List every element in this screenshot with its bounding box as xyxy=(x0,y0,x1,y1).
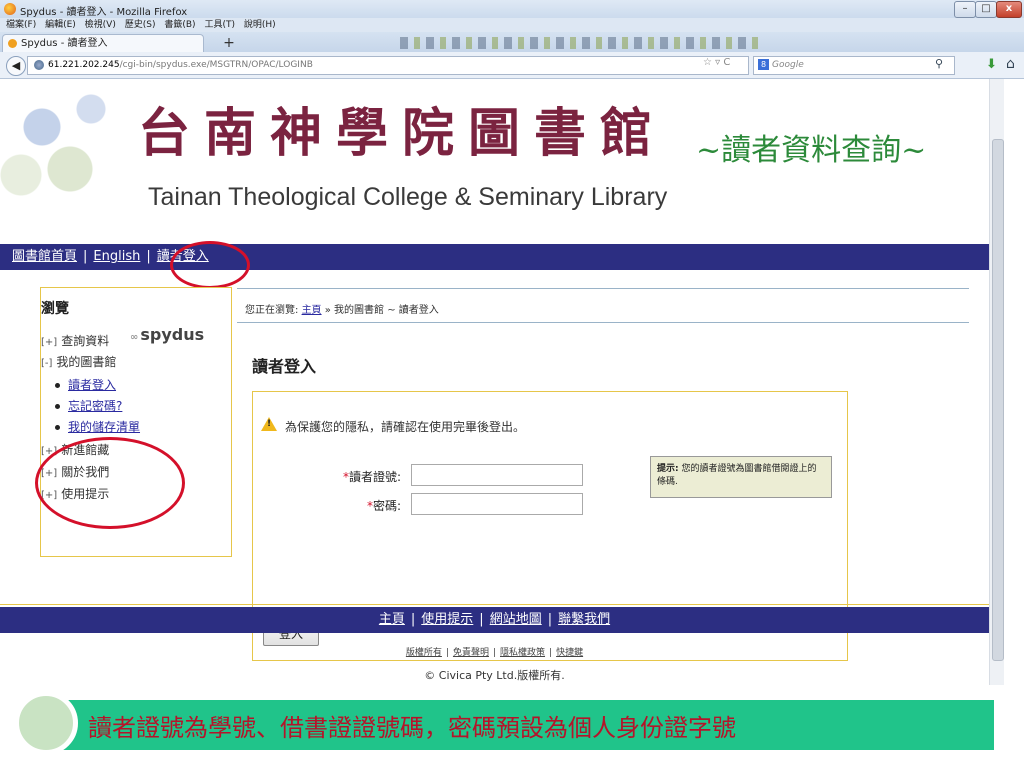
maximize-button[interactable]: □ xyxy=(975,1,997,18)
footer-contact-link[interactable]: 聯繫我們 xyxy=(558,612,610,627)
nav-english[interactable]: English xyxy=(93,249,140,264)
breadcrumb-rule-bottom xyxy=(237,322,969,323)
navigation-toolbar: ◀ 61.221.202.245/cgi-bin/spydus.exe/MSGT… xyxy=(0,52,1024,79)
footer-home-link[interactable]: 主頁 xyxy=(379,612,405,627)
window-titlebar: Spydus - 讀者登入 - Mozilla Firefox – □ x xyxy=(0,0,1024,20)
sidebar-heading: 瀏覽 xyxy=(41,301,69,317)
copyright-text: © Civica Pty Ltd.版權所有. xyxy=(424,669,565,682)
tabbar-decoration xyxy=(400,37,760,49)
sidebar-sub-login: 讀者登入 xyxy=(55,376,116,393)
page-viewport: 台南神學院圖書館 Tainan Theological College & Se… xyxy=(0,79,989,685)
firefox-icon xyxy=(4,3,16,15)
sidebar-item-search[interactable]: [+] 查詢資料 xyxy=(41,332,109,349)
flower-decoration xyxy=(0,79,140,199)
password-label: *密碼: xyxy=(367,499,402,513)
globe-icon xyxy=(34,60,44,70)
footer-tips-link[interactable]: 使用提示 xyxy=(421,612,473,627)
back-arrow-icon[interactable]: ◀ xyxy=(6,56,26,76)
menu-file[interactable]: 檔案(F) xyxy=(6,18,36,32)
tab-title: Spydus - 讀者登入 xyxy=(21,38,108,49)
url-path: /cgi-bin/spydus.exe/MSGTRN/OPAC/LOGINB xyxy=(119,60,313,70)
search-icon[interactable]: ⚲ xyxy=(935,57,943,70)
google-icon: 8 xyxy=(758,59,769,70)
menu-bookmarks[interactable]: 書籤(B) xyxy=(164,18,195,32)
library-title-en: Tainan Theological College & Seminary Li… xyxy=(148,183,668,211)
footer-rule xyxy=(0,604,989,605)
minimize-button[interactable]: – xyxy=(954,1,976,18)
footer-shortcuts-link[interactable]: 快捷鍵 xyxy=(556,648,583,658)
library-banner: 台南神學院圖書館 Tainan Theological College & Se… xyxy=(0,79,989,242)
close-button[interactable]: x xyxy=(996,1,1022,18)
breadcrumb: 您正在瀏覽: 主頁 » 我的圖書館 ~ 讀者登入 xyxy=(245,305,439,316)
footer-sitemap-link[interactable]: 網站地圖 xyxy=(490,612,542,627)
browser-tab[interactable]: Spydus - 讀者登入 xyxy=(2,34,204,53)
footer-copyright-link[interactable]: 版權所有 xyxy=(406,648,442,658)
hint-box: 提示: 您的讀者證號為圖書館借閱證上的條碼. xyxy=(650,456,832,498)
footer-disclaimer-link[interactable]: 免責聲明 xyxy=(453,648,489,658)
caption-circle-decoration xyxy=(14,691,78,755)
card-number-input[interactable] xyxy=(411,464,583,486)
breadcrumb-home-link[interactable]: 主頁 xyxy=(302,305,322,316)
url-bar[interactable]: 61.221.202.245/cgi-bin/spydus.exe/MSGTRN… xyxy=(27,56,749,75)
password-input[interactable] xyxy=(411,493,583,515)
menu-bar: 檔案(F) 編輯(E) 檢視(V) 歷史(S) 書籤(B) 工具(T) 說明(H… xyxy=(0,18,1024,32)
star-reload-icon[interactable]: ☆ ▿ C xyxy=(703,57,730,68)
menu-view[interactable]: 檢視(V) xyxy=(85,18,116,32)
spydus-favicon-icon xyxy=(8,38,17,48)
spydus-logo: ∞ spydus xyxy=(130,325,205,344)
menu-edit[interactable]: 編輯(E) xyxy=(45,18,76,32)
sidebar-item-my-library[interactable]: [-] 我的圖書館 xyxy=(41,353,116,370)
library-title-zh: 台南神學院圖書館 xyxy=(138,103,667,164)
footer-legal-links: 版權所有 | 免責聲明 | 隱私權政策 | 快捷鍵 xyxy=(405,648,584,658)
top-navigation: 圖書館首頁 | English | 讀者登入 xyxy=(0,244,989,270)
tab-bar: Spydus - 讀者登入 + xyxy=(0,32,1024,53)
vertical-scrollbar[interactable] xyxy=(989,79,1004,685)
warning-icon: ! xyxy=(261,417,277,431)
menu-history[interactable]: 歷史(S) xyxy=(125,18,156,32)
search-input[interactable]: 8 Google xyxy=(753,56,955,75)
footer-privacy-link[interactable]: 隱私權政策 xyxy=(500,648,545,658)
breadcrumb-rule-top xyxy=(237,288,969,289)
window-title: Spydus - 讀者登入 - Mozilla Firefox xyxy=(20,7,188,18)
menu-help[interactable]: 說明(H) xyxy=(244,18,276,32)
card-number-label: *讀者證號: xyxy=(343,470,402,484)
highlight-circle-nav xyxy=(170,241,250,289)
url-host: 61.221.202.245 xyxy=(48,60,120,70)
page-title: 讀者登入 xyxy=(252,357,317,376)
scrollbar-thumb[interactable] xyxy=(992,139,1004,661)
sidebar-sub-forgot-password: 忘記密碼? xyxy=(55,397,122,414)
sidebar-sub-saved-list: 我的儲存清單 xyxy=(55,418,140,435)
privacy-warning: 為保護您的隱私，請確認在使用完畢後登出。 xyxy=(285,420,526,434)
nav-library-home[interactable]: 圖書館首頁 xyxy=(12,249,77,264)
download-icon[interactable]: ⬇ xyxy=(986,57,997,72)
highlight-circle-sidebar xyxy=(35,437,185,529)
page-subtitle: ~讀者資料查詢~ xyxy=(696,133,927,168)
footer-navigation: 主頁 | 使用提示 | 網站地圖 | 聯繫我們 xyxy=(0,607,989,633)
home-icon[interactable]: ⌂ xyxy=(1006,56,1015,72)
menu-tools[interactable]: 工具(T) xyxy=(204,18,235,32)
search-placeholder: Google xyxy=(772,60,804,70)
new-tab-button[interactable]: + xyxy=(219,34,239,52)
caption-text: 讀者證號為學號、借書證證號碼，密碼預設為個人身份證字號 xyxy=(88,714,736,742)
